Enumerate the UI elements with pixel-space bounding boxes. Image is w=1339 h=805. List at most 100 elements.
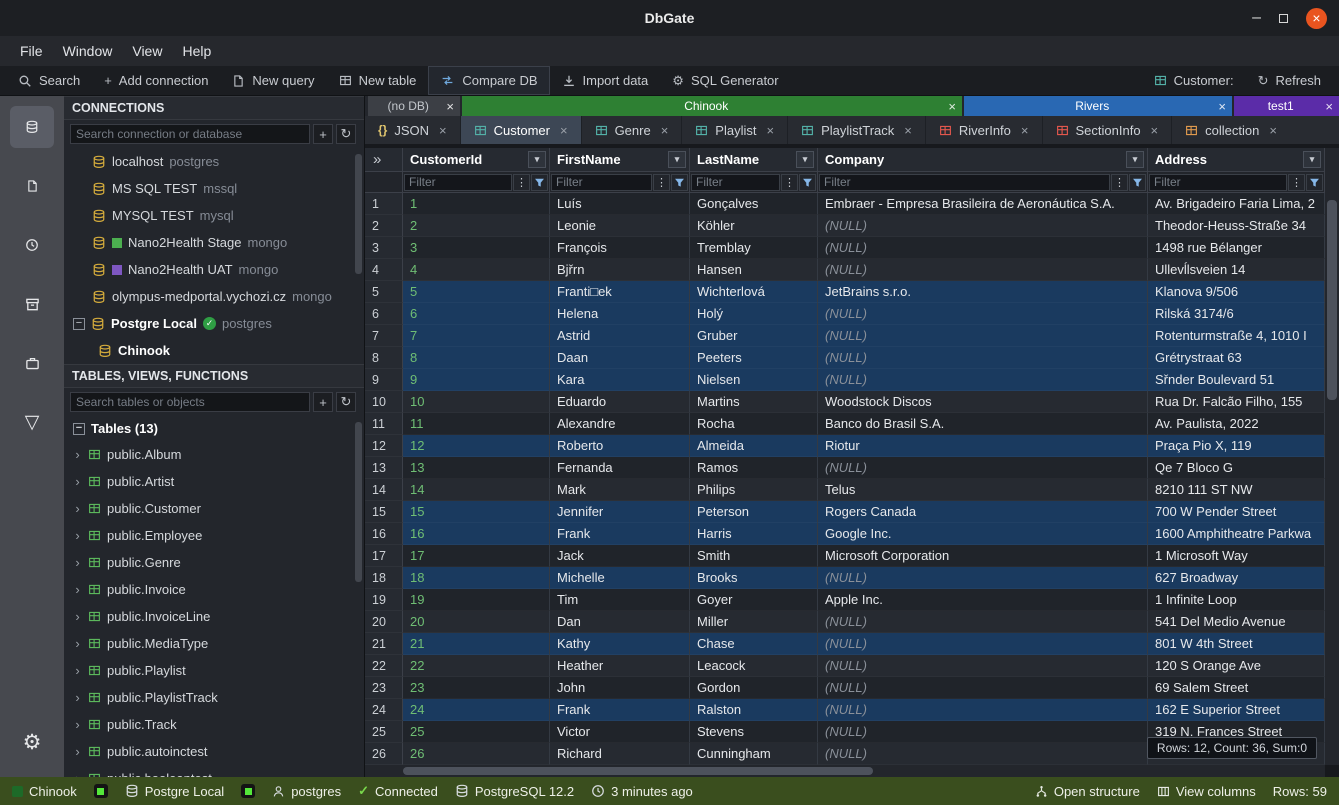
chevron-right-icon[interactable]: › [73, 663, 82, 678]
grid-cell[interactable]: Banco do Brasil S.A. [818, 413, 1148, 435]
column-menu-button[interactable]: ▾ [1126, 151, 1144, 168]
grid-cell[interactable]: Rotenturmstraße 4, 1010 I [1148, 325, 1325, 347]
grid-cell[interactable]: Telus [818, 479, 1148, 501]
grid-cell[interactable]: 23 [403, 677, 550, 699]
grid-cell[interactable]: Goyer [690, 589, 818, 611]
filter-funnel-button[interactable] [1129, 174, 1146, 191]
chevron-right-icon[interactable]: › [73, 609, 82, 624]
grid-cell[interactable]: Leonie [550, 215, 690, 237]
grid-cell[interactable]: 25 [403, 721, 550, 743]
column-header-firstname[interactable]: FirstName▾ [550, 148, 690, 171]
row-number[interactable]: 22 [365, 655, 403, 677]
tab-genre[interactable]: Genre× [582, 116, 683, 144]
grid-cell[interactable]: 1600 Amphitheatre Parkwa [1148, 523, 1325, 545]
grid-cell[interactable]: Embraer - Empresa Brasileira de Aeronáut… [818, 193, 1148, 215]
grid-cell[interactable]: (NULL) [818, 633, 1148, 655]
close-icon[interactable]: × [560, 123, 568, 138]
filter-input-address[interactable] [1149, 174, 1287, 191]
grid-cell[interactable]: Miller [690, 611, 818, 633]
chevron-right-icon[interactable]: › [73, 582, 82, 597]
tables-group-row[interactable]: − Tables (13) [64, 416, 364, 441]
tables-scrollbar[interactable] [355, 422, 362, 582]
tab-collection[interactable]: collection× [1172, 116, 1339, 144]
grid-cell[interactable]: Almeida [690, 435, 818, 457]
grid-cell[interactable]: Richard [550, 743, 690, 765]
grid-cell[interactable]: Gruber [690, 325, 818, 347]
close-icon[interactable]: × [948, 99, 956, 114]
grid-cell[interactable]: Rilská 3174/6 [1148, 303, 1325, 325]
grid-cell[interactable]: Google Inc. [818, 523, 1148, 545]
row-number[interactable]: 20 [365, 611, 403, 633]
grid-cell[interactable]: 1498 rue Bélanger [1148, 237, 1325, 259]
grid-cell[interactable]: (NULL) [818, 611, 1148, 633]
grid-cell[interactable]: Helena [550, 303, 690, 325]
row-number[interactable]: 25 [365, 721, 403, 743]
grid-cell[interactable]: Franti□ek [550, 281, 690, 303]
sidebar-tool-gear[interactable]: ⚙ [10, 721, 54, 763]
grid-cell[interactable]: (NULL) [818, 259, 1148, 281]
filter-funnel-button[interactable] [671, 174, 688, 191]
grid-cell[interactable]: Alexandre [550, 413, 690, 435]
sidebar-tool-clock[interactable] [10, 224, 54, 266]
grid-cell[interactable]: Praça Pio X, 119 [1148, 435, 1325, 457]
chevron-right-icon[interactable]: › [73, 744, 82, 759]
row-number[interactable]: 4 [365, 259, 403, 281]
filter-menu-button[interactable]: ⋮ [1288, 174, 1305, 191]
table-item-public-playlist[interactable]: ›public.Playlist [64, 657, 364, 684]
sidebar-tool-filter[interactable]: ▽ [10, 401, 54, 443]
close-icon[interactable]: × [1325, 99, 1333, 114]
grid-cell[interactable]: 7 [403, 325, 550, 347]
grid-cell[interactable]: Rocha [690, 413, 818, 435]
row-number[interactable]: 11 [365, 413, 403, 435]
row-number[interactable]: 1 [365, 193, 403, 215]
add-connection-mini-button[interactable]: + [313, 124, 333, 144]
chevron-right-icon[interactable]: › [73, 474, 82, 489]
grid-cell[interactable]: 1 Microsoft Way [1148, 545, 1325, 567]
filter-funnel-button[interactable] [531, 174, 548, 191]
grid-cell[interactable]: Martins [690, 391, 818, 413]
grid-cell[interactable]: 627 Broadway [1148, 567, 1325, 589]
column-menu-button[interactable]: ▾ [528, 151, 546, 168]
grid-cell[interactable]: 120 S Orange Ave [1148, 655, 1325, 677]
new-query-button[interactable]: New query [220, 66, 326, 95]
grid-cell[interactable]: 8 [403, 347, 550, 369]
connection-item-nano2health-stage[interactable]: Nano2Health Stagemongo [64, 229, 364, 256]
grid-cell[interactable]: Dan [550, 611, 690, 633]
db-tab-rivers[interactable]: Rivers× [964, 96, 1232, 116]
grid-cell[interactable]: Bjřrn [550, 259, 690, 281]
menu-item-view[interactable]: View [122, 39, 172, 63]
table-item-public-employee[interactable]: ›public.Employee [64, 522, 364, 549]
chevron-right-icon[interactable]: › [73, 717, 82, 732]
grid-cell[interactable]: 10 [403, 391, 550, 413]
grid-cell[interactable]: François [550, 237, 690, 259]
grid-cell[interactable]: Cunningham [690, 743, 818, 765]
table-item-public-autoinctest[interactable]: ›public.autoinctest [64, 738, 364, 765]
row-number[interactable]: 18 [365, 567, 403, 589]
grid-cell[interactable]: 14 [403, 479, 550, 501]
grid-cell[interactable]: (NULL) [818, 567, 1148, 589]
statusbar-connection[interactable]: Postgre Local [125, 784, 225, 799]
grid-cell[interactable]: Victor [550, 721, 690, 743]
grid-cell[interactable]: Hansen [690, 259, 818, 281]
tab-playlist[interactable]: Playlist× [682, 116, 788, 144]
grid-cell[interactable]: Astrid [550, 325, 690, 347]
filter-menu-button[interactable]: ⋮ [513, 174, 530, 191]
row-number[interactable]: 14 [365, 479, 403, 501]
grid-cell[interactable]: (NULL) [818, 721, 1148, 743]
grid-cell[interactable]: Daan [550, 347, 690, 369]
search-button[interactable]: Search [6, 66, 92, 95]
table-item-public-track[interactable]: ›public.Track [64, 711, 364, 738]
customer-button[interactable]: Customer: [1142, 66, 1246, 95]
grid-cell[interactable]: 20 [403, 611, 550, 633]
table-item-public-album[interactable]: ›public.Album [64, 441, 364, 468]
grid-cell[interactable]: Woodstock Discos [818, 391, 1148, 413]
horizontal-scrollbar-thumb[interactable] [403, 767, 873, 775]
grid-cell[interactable]: 15 [403, 501, 550, 523]
add-connection-button[interactable]: +Add connection [92, 66, 220, 95]
filter-input-lastname[interactable] [691, 174, 780, 191]
grid-cell[interactable]: Philips [690, 479, 818, 501]
close-icon[interactable]: × [1218, 99, 1226, 114]
column-header-lastname[interactable]: LastName▾ [690, 148, 818, 171]
sidebar-tool-database[interactable] [10, 106, 54, 148]
menu-item-window[interactable]: Window [53, 39, 123, 63]
